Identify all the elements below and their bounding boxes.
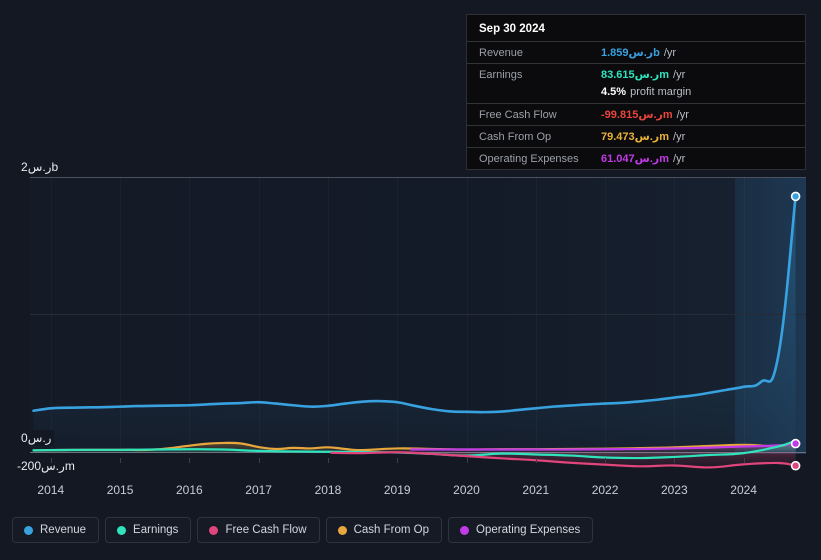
x-axis-tick [189, 458, 191, 463]
series-area-revenue [33, 196, 796, 452]
tooltip-row-value: 4.5% [601, 86, 627, 98]
x-axis-label: 2020 [453, 483, 480, 497]
y-axis-label-top: 2ر.سb [21, 159, 62, 175]
y-axis-label-negative: -200ر.سm [17, 458, 78, 474]
x-axis-label: 2024 [730, 483, 757, 497]
x-axis: 2014 2015 2016 2017 2018 2019 2020 2021 2022 2023… [30, 458, 806, 501]
x-axis-tick [605, 458, 607, 463]
series-line-revenue[interactable] [32, 195, 797, 414]
x-axis-tick [258, 458, 260, 463]
tooltip-row-label: Free Cash Flow [479, 109, 557, 121]
y-axis-label-zero: 0ر.س [21, 430, 55, 446]
endpoint-marker-revenue[interactable] [790, 191, 801, 202]
tooltip-row: Operating Expenses 61.047ر.سm/yr [467, 147, 805, 169]
tooltip-row-label: Revenue [479, 47, 524, 59]
x-axis-tick [327, 458, 329, 463]
legend-item-cash-from-op[interactable]: Cash From Op [325, 517, 443, 543]
tooltip-row-value: 79.473ر.سm [601, 131, 670, 143]
x-axis-tick [120, 458, 122, 463]
legend-item-label: Free Cash Flow [225, 524, 307, 536]
tooltip-rows: Revenue 1.859ر.سb/yr Earnings 83.615ر.سm/yr… [467, 41, 805, 169]
legend-color-dot-icon [460, 525, 470, 535]
legend-item-free-cash-flow[interactable]: Free Cash Flow [197, 517, 320, 543]
legend-color-dot-icon [337, 525, 347, 535]
tooltip-row-unit: /yr [676, 109, 689, 121]
legend-item-label: Cash From Op [353, 524, 430, 536]
legend-color-dot-icon [24, 525, 33, 535]
tooltip-row-value: 83.615ر.سm [601, 69, 670, 81]
tooltip-row-unit: /yr [673, 69, 686, 81]
x-axis-label: 2014 [37, 483, 65, 497]
legend-color-dot-icon [117, 525, 127, 535]
tooltip-row: Revenue 1.859ر.سb/yr [467, 41, 805, 63]
tooltip-row: 4.5% profit margin [467, 85, 805, 103]
legend-color-dot-icon [209, 525, 219, 535]
tooltip-row-value: 61.047ر.سm [601, 153, 670, 165]
legend-item-operating-expenses[interactable]: Operating Expenses [448, 517, 594, 543]
chart-legend: Revenue Earnings Free Cash Flow Cash From O… [12, 517, 594, 543]
tooltip-row-label: Earnings [479, 69, 523, 81]
tooltip-row-unit: /yr [673, 153, 686, 165]
x-axis-label: 2016 [175, 483, 203, 497]
tooltip-row: Earnings 83.615ر.سm/yr [467, 63, 805, 85]
tooltip-row-value: -99.815ر.سm [601, 109, 673, 121]
legend-item-label: Revenue [40, 524, 87, 536]
endpoint-marker-free-cash-flow[interactable] [790, 460, 801, 471]
tooltip-row: Free Cash Flow -99.815ر.سm/yr [467, 103, 805, 125]
endpoint-marker-operating-expenses[interactable] [790, 438, 801, 449]
data-tooltip: Sep 30 2024 Revenue 1.859ر.سb/yr Earnings 8… [466, 14, 806, 170]
x-axis-tick [466, 458, 468, 463]
tooltip-row-value: 1.859ر.سb [601, 47, 660, 59]
x-axis-tick [674, 458, 676, 463]
x-axis-label: 2018 [314, 483, 342, 497]
chart-plot-area[interactable] [30, 177, 806, 471]
tooltip-row: Cash From Op 79.473ر.سm/yr [467, 125, 805, 147]
series-layer [32, 191, 801, 471]
x-axis-label: 2022 [591, 483, 619, 497]
x-axis-tick [50, 458, 52, 463]
tooltip-row-label: Operating Expenses [479, 153, 579, 165]
legend-item-label: Earnings [133, 524, 179, 536]
x-axis-label: 2021 [522, 483, 550, 497]
tooltip-row-unit: profit margin [630, 86, 692, 98]
x-axis-tick [743, 458, 745, 463]
legend-item-label: Operating Expenses [476, 524, 581, 536]
x-axis-label: 2017 [245, 483, 272, 497]
tooltip-row-unit: /yr [663, 47, 677, 59]
tooltip-row-unit: /yr [673, 131, 686, 143]
legend-item-earnings[interactable]: Earnings [105, 517, 192, 543]
tooltip-date: Sep 30 2024 [479, 23, 545, 35]
x-axis-label: 2019 [383, 483, 411, 497]
financial-chart: 2ر.سb 0ر.س -200ر.سm 2014 2015 2016 2017 2018… [0, 0, 821, 560]
tooltip-row-label: Cash From Op [479, 131, 552, 143]
x-axis-label: 2015 [106, 483, 134, 497]
x-axis-label: 2023 [660, 483, 688, 497]
x-axis-tick [397, 458, 399, 463]
legend-item-revenue[interactable]: Revenue [12, 517, 100, 543]
x-axis-tick [535, 458, 537, 463]
